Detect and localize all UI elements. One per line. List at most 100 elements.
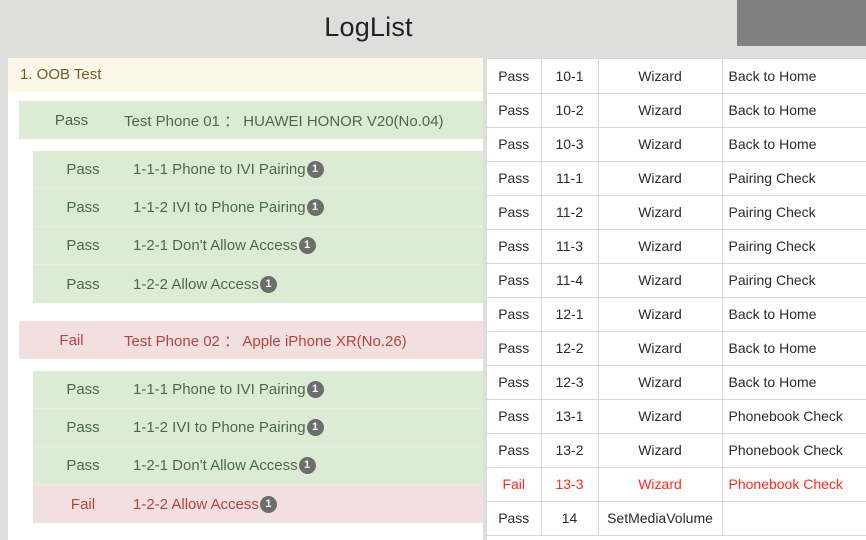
log-row-id: 12-2 — [541, 331, 599, 366]
log-row-description: Phonebook Check — [722, 399, 866, 434]
phone-label: Test Phone 02 ： Apple iPhone XR(No.26) — [124, 332, 407, 350]
log-row-module: Wizard — [598, 297, 723, 332]
test-group: Pass 1-1-1 Phone to IVI Pairing 1 Pass 1-1-2… — [33, 151, 483, 303]
test-label: 1-2-2 Allow Access — [133, 275, 259, 293]
log-row-status: Pass — [487, 433, 542, 468]
log-row-description: Phonebook Check — [722, 433, 866, 468]
table-row[interactable]: Pass 13-2 Wizard Phonebook Check — [487, 433, 866, 468]
table-row[interactable]: Pass 11-3 Wizard Pairing Check — [487, 229, 866, 264]
phone-row[interactable]: Pass Test Phone 01 ： HUAWEI HONOR V20(No.… — [19, 101, 483, 139]
log-row-status: Pass — [487, 399, 542, 434]
phone-label: Test Phone 01 ： HUAWEI HONOR V20(No.04) — [124, 112, 444, 130]
table-row[interactable]: Pass 10-1 Wizard Back to Home — [487, 59, 866, 94]
test-label-wrap: 1-2-1 Don't Allow Access 1 — [133, 457, 483, 474]
test-status: Pass — [66, 419, 100, 436]
log-count-badge[interactable]: 1 — [306, 199, 324, 216]
table-row[interactable]: Pass 11-1 Wizard Pairing Check — [487, 161, 866, 196]
test-row[interactable]: Fail 1-2-2 Allow Access 1 — [33, 485, 483, 523]
log-row-status: Pass — [487, 365, 542, 400]
test-status: Fail — [70, 495, 96, 513]
log-row-id: 11-1 — [541, 161, 599, 196]
log-row-description — [722, 501, 866, 536]
log-row-module: Wizard — [598, 195, 723, 230]
test-row[interactable]: Pass 1-1-1 Phone to IVI Pairing 1 — [33, 371, 483, 409]
log-row-module: Wizard — [598, 59, 723, 94]
test-row[interactable]: Pass 1-1-1 Phone to IVI Pairing 1 — [33, 151, 483, 189]
test-label: 1-1-2 IVI to Phone Pairing — [133, 199, 306, 216]
page-title: LogList — [324, 12, 413, 42]
log-row-status: Pass — [487, 93, 542, 128]
test-label: 1-1-2 IVI to Phone Pairing — [133, 419, 306, 436]
log-count-badge[interactable]: 1 — [259, 495, 277, 513]
log-count-badge[interactable]: 1 — [306, 381, 324, 398]
log-row-id: 14 — [541, 501, 599, 536]
log-row-module: Wizard — [598, 399, 723, 434]
log-row-status: Pass — [487, 229, 542, 264]
table-row[interactable]: Pass 10-3 Wizard Back to Home — [487, 127, 866, 162]
table-row[interactable]: Fail 13-3 Wizard Phonebook Check — [487, 467, 866, 502]
log-row-description: Back to Home — [722, 59, 866, 94]
log-count-badge[interactable]: 1 — [298, 237, 316, 254]
log-row-id: 11-4 — [541, 263, 599, 298]
test-row[interactable]: Pass 1-2-1 Don't Allow Access 1 — [33, 447, 483, 485]
table-row[interactable]: Pass 12-1 Wizard Back to Home — [487, 297, 866, 332]
log-row-status: Pass — [487, 127, 542, 162]
test-label-wrap: 1-2-2 Allow Access 1 — [133, 275, 483, 293]
test-label: 1-1-1 Phone to IVI Pairing — [133, 381, 306, 398]
log-row-id: 10-2 — [541, 93, 599, 128]
log-row-status: Fail — [487, 467, 542, 502]
test-label-wrap: 1-2-1 Don't Allow Access 1 — [133, 237, 483, 254]
log-row-status: Pass — [487, 161, 542, 196]
table-row[interactable]: Pass 12-3 Wizard Back to Home — [487, 365, 866, 400]
phone-status: Pass — [54, 111, 89, 129]
test-label-wrap: 1-1-1 Phone to IVI Pairing 1 — [133, 381, 483, 398]
log-row-module: Wizard — [598, 127, 723, 162]
log-count-badge[interactable]: 1 — [306, 419, 324, 436]
log-row-description: Back to Home — [722, 297, 866, 332]
log-row-description: Back to Home — [722, 365, 866, 400]
test-row[interactable]: Pass 1-2-2 Allow Access 1 — [33, 265, 483, 303]
log-row-module: Wizard — [598, 161, 723, 196]
test-status: Pass — [66, 237, 100, 254]
table-row[interactable]: Pass 13-1 Wizard Phonebook Check — [487, 399, 866, 434]
section-header-oob-test[interactable]: 1. OOB Test — [8, 58, 483, 92]
log-row-id: 12-1 — [541, 297, 599, 332]
log-row-id: 11-2 — [541, 195, 599, 230]
log-row-description: Phonebook Check — [722, 467, 866, 502]
table-row[interactable]: Pass 11-4 Wizard Pairing Check — [487, 263, 866, 298]
log-table-body: Pass 10-1 Wizard Back to Home Pass 10-2 Wizard… — [487, 59, 866, 536]
log-tree-panel: 1. OOB Test Pass Test Phone 01 ： HUAWEI HO… — [8, 58, 483, 540]
phone-row[interactable]: Fail Test Phone 02 ： Apple iPhone XR(No.2… — [19, 321, 483, 359]
test-row[interactable]: Pass 1-1-2 IVI to Phone Pairing 1 — [33, 189, 483, 227]
log-row-status: Pass — [487, 263, 542, 298]
log-row-id: 10-1 — [541, 59, 599, 94]
test-label-wrap: 1-1-1 Phone to IVI Pairing 1 — [133, 161, 483, 178]
log-row-description: Pairing Check — [722, 195, 866, 230]
table-row[interactable]: Pass 12-2 Wizard Back to Home — [487, 331, 866, 366]
log-row-module: Wizard — [598, 229, 723, 264]
test-label: 1-2-1 Don't Allow Access — [133, 457, 298, 474]
log-row-description: Pairing Check — [722, 263, 866, 298]
table-row[interactable]: Pass 14 SetMediaVolume — [487, 501, 866, 536]
log-count-badge[interactable]: 1 — [306, 161, 324, 178]
header-accent-strip — [737, 46, 866, 55]
log-table: Pass 10-1 Wizard Back to Home Pass 10-2 Wizard… — [487, 59, 866, 536]
log-count-badge[interactable]: 1 — [259, 275, 277, 293]
log-row-id: 13-3 — [541, 467, 599, 502]
test-row[interactable]: Pass 1-1-2 IVI to Phone Pairing 1 — [33, 409, 483, 447]
test-status: Pass — [66, 381, 100, 398]
test-label: 1-2-1 Don't Allow Access — [133, 237, 298, 254]
log-row-module: Wizard — [598, 433, 723, 468]
table-row[interactable]: Pass 10-2 Wizard Back to Home — [487, 93, 866, 128]
log-row-id: 11-3 — [541, 229, 599, 264]
log-row-id: 13-2 — [541, 433, 599, 468]
log-count-badge[interactable]: 1 — [298, 457, 316, 474]
table-row[interactable]: Pass 11-2 Wizard Pairing Check — [487, 195, 866, 230]
log-row-description: Back to Home — [722, 127, 866, 162]
log-row-module: Wizard — [598, 263, 723, 298]
test-label-wrap: 1-2-2 Allow Access 1 — [133, 495, 483, 513]
test-label: 1-1-1 Phone to IVI Pairing — [133, 161, 306, 178]
test-row[interactable]: Pass 1-2-1 Don't Allow Access 1 — [33, 227, 483, 265]
